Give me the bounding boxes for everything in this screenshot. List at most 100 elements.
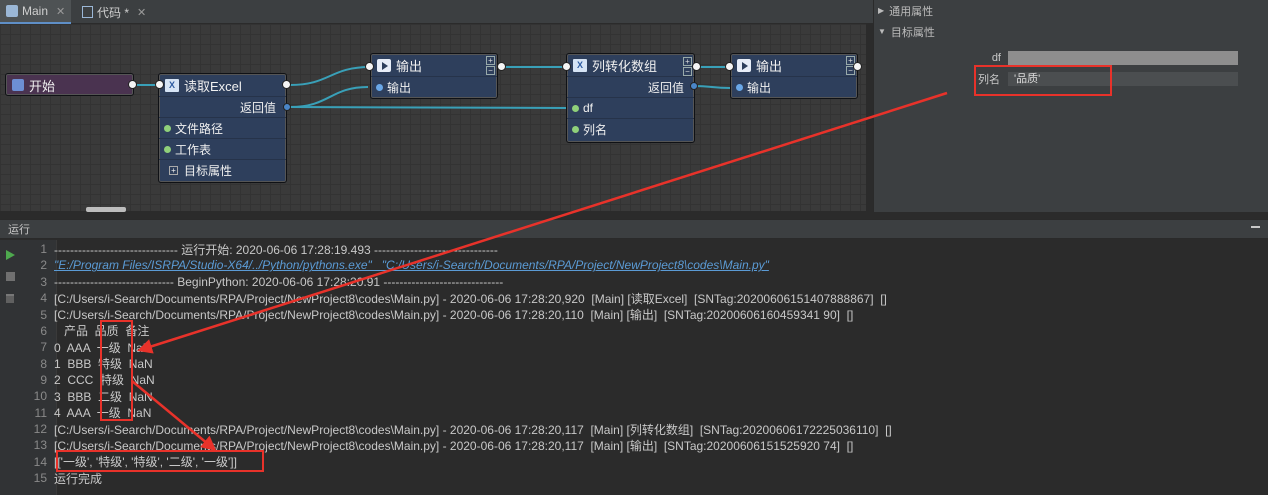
prop-row-colname: 列名 '品质' xyxy=(874,70,1268,88)
filepath-label: 文件路径 xyxy=(175,121,224,136)
plus-icon[interactable]: + xyxy=(486,56,495,65)
list-convert-flow-in-pin[interactable] xyxy=(562,62,571,71)
input-port[interactable] xyxy=(572,125,579,133)
start-icon xyxy=(12,79,24,91)
excel-icon: X xyxy=(165,78,179,92)
prop-colname-label: 列名 xyxy=(978,74,1000,86)
canvas-vertical-scrollbar[interactable] xyxy=(866,24,873,211)
list-convert-colname-row: 列名 xyxy=(567,118,694,139)
console-text: [C:/Users/i-Search/Documents/RPA/Project… xyxy=(54,422,892,437)
input-port[interactable] xyxy=(164,145,171,153)
console-line: 15 运行完成 xyxy=(0,470,1268,486)
output-node-1-flow-in-pin[interactable] xyxy=(365,62,374,71)
df-label: df xyxy=(583,101,594,115)
input-port[interactable] xyxy=(572,104,579,112)
canvas-horizontal-scroll-thumb[interactable] xyxy=(86,207,126,212)
output-node-2-flow-in-pin[interactable] xyxy=(725,62,734,71)
console-line: 6 产品 品质 备注 xyxy=(0,323,1268,339)
console-text: 2 CCC 特级 NaN xyxy=(54,373,155,388)
editor-tab-bar: Main ✕ 代码 * ✕ xyxy=(0,0,873,24)
output-node-2-flow-pin[interactable] xyxy=(853,62,862,71)
console-line: 13 [C:/Users/i-Search/Documents/RPA/Proje… xyxy=(0,437,1268,453)
line-number: 3 xyxy=(40,274,47,289)
read-excel-target-props-row[interactable]: + 目标属性 xyxy=(159,159,286,180)
list-convert-flow-pin[interactable] xyxy=(692,62,701,71)
line-number: 9 xyxy=(40,372,47,387)
prop-df-input[interactable] xyxy=(1008,51,1238,65)
input-port[interactable] xyxy=(164,124,171,132)
line-number: 4 xyxy=(40,291,47,306)
console-line: 9 2 CCC 特级 NaN xyxy=(0,372,1268,388)
line-number: 13 xyxy=(33,438,47,453)
console-line: 8 1 BBB 特级 NaN xyxy=(0,355,1268,372)
line-number: 6 xyxy=(40,323,47,338)
line-number: 12 xyxy=(33,421,47,436)
target-props-label: 目标属性 xyxy=(184,163,233,178)
node-size-controls: + − xyxy=(486,56,495,75)
target-props-section[interactable]: ▼ 目标属性 xyxy=(874,21,1268,42)
console-link[interactable]: "E:/Program Files/ISRPA/Studio-X64/../Py… xyxy=(54,258,769,272)
line-number: 5 xyxy=(40,307,47,322)
prop-colname-input[interactable]: '品质' xyxy=(1008,72,1238,86)
console-line: 7 0 AAA 一级 NaN xyxy=(0,339,1268,355)
flow-canvas[interactable]: 开始 X 读取Excel 返回值 文件路径 工作表 + 目标属性 输出 输出 +… xyxy=(0,24,873,211)
minus-icon[interactable]: − xyxy=(486,66,495,75)
general-props-label: 通用属性 xyxy=(889,5,934,18)
sheet-label: 工作表 xyxy=(175,142,212,157)
run-panel-title: 运行 xyxy=(8,224,30,236)
input-port[interactable] xyxy=(376,83,383,91)
read-excel-return-pin[interactable] xyxy=(283,103,291,111)
output-node-1-flow-pin[interactable] xyxy=(497,62,506,71)
minus-icon[interactable]: − xyxy=(683,67,692,76)
console-text: ------------------------------ BeginPyth… xyxy=(54,274,504,289)
output-node-2[interactable]: 输出 输出 + − xyxy=(730,53,858,99)
line-number: 2 xyxy=(40,258,47,273)
output-node-1-input-label: 输出 xyxy=(387,80,412,95)
read-excel-node[interactable]: X 读取Excel 返回值 文件路径 工作表 + 目标属性 xyxy=(158,73,287,183)
read-excel-flow-in-pin[interactable] xyxy=(155,80,164,89)
output-icon xyxy=(377,58,391,72)
output-node-1[interactable]: 输出 输出 + − xyxy=(370,53,498,99)
output-icon xyxy=(737,58,751,72)
list-convert-return-pin[interactable] xyxy=(690,82,698,90)
read-excel-flow-pin[interactable] xyxy=(282,80,291,89)
general-props-section[interactable]: ▶ 通用属性 xyxy=(874,0,1268,21)
console-text: 0 AAA 一级 NaN xyxy=(54,340,152,355)
colname-label: 列名 xyxy=(583,122,608,137)
list-convert-node[interactable]: X 列转化数组 + − 返回值 df 列名 xyxy=(566,53,695,143)
prop-row-df: df xyxy=(874,49,1268,67)
tab-code[interactable]: 代码 * ✕ xyxy=(76,0,152,24)
triangle-right-icon[interactable]: ▶ xyxy=(878,6,884,15)
input-port[interactable] xyxy=(736,83,743,91)
line-number: 15 xyxy=(33,471,47,486)
tab-code-label: 代码 * xyxy=(97,5,130,20)
start-output-pin[interactable] xyxy=(128,80,137,89)
read-excel-filepath-row: 文件路径 xyxy=(159,117,286,138)
console-text: 运行完成 xyxy=(54,471,103,486)
start-node[interactable]: 开始 xyxy=(5,73,134,96)
prop-df-label: df xyxy=(991,52,1001,64)
console-text: 4 AAA 一级 NaN xyxy=(54,406,152,421)
list-convert-df-row: df xyxy=(567,97,694,118)
console-line: 14 [['一级', '特级', '特级', '二级', '一级']] xyxy=(0,454,1268,470)
close-icon[interactable]: ✕ xyxy=(56,5,65,18)
output-node-2-title: 输出 xyxy=(756,58,783,74)
minimize-icon[interactable] xyxy=(1251,226,1260,228)
plus-icon[interactable]: + xyxy=(683,57,692,66)
output-node-1-title: 输出 xyxy=(396,58,423,74)
line-number: 1 xyxy=(40,242,47,257)
output-node-2-input-label: 输出 xyxy=(747,80,772,95)
console-text: [C:/Users/i-Search/Documents/RPA/Project… xyxy=(54,308,854,323)
console-line: 1 ------------------------------- 运行开始: 2… xyxy=(0,241,1268,257)
read-excel-title: 读取Excel xyxy=(184,78,242,94)
triangle-down-icon[interactable]: ▼ xyxy=(878,27,886,36)
line-number: 10 xyxy=(33,389,47,404)
output-node-1-input-row: 输出 xyxy=(371,76,497,97)
excel-icon: X xyxy=(573,58,587,72)
console-text: 3 BBB 二级 NaN xyxy=(54,389,153,404)
output-node-2-input-row: 输出 xyxy=(731,76,857,97)
close-icon[interactable]: ✕ xyxy=(137,6,146,19)
expand-icon[interactable]: + xyxy=(169,165,178,175)
target-props-section-label: 目标属性 xyxy=(890,26,935,39)
tab-main[interactable]: Main ✕ xyxy=(0,0,72,24)
